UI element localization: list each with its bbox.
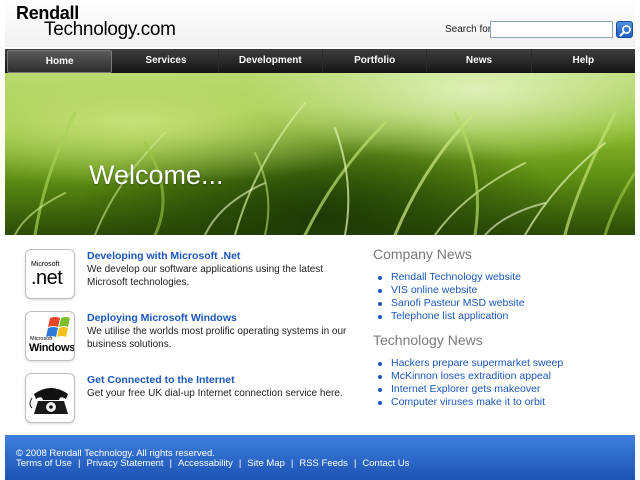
- dotnet-logo-icon: Microsoft .net: [25, 249, 75, 299]
- feature-internet: Get Connected to the Internet Get your f…: [25, 373, 350, 425]
- footer-link-contact[interactable]: Contact Us: [362, 458, 409, 469]
- telephone-icon: [25, 373, 75, 423]
- footer-separator: |: [77, 458, 81, 469]
- feature-title[interactable]: Deploying Microsoft Windows: [87, 312, 237, 324]
- nav-item-news[interactable]: News: [427, 49, 532, 73]
- footer-separator: |: [169, 458, 172, 469]
- company-news-list: Rendall Technology website VIS online we…: [378, 271, 525, 323]
- search-button[interactable]: [616, 21, 633, 38]
- footer-separator: |: [353, 458, 357, 469]
- feature-dotnet: Microsoft .net Developing with Microsoft…: [25, 249, 350, 301]
- footer-links: Terms of Use | Privacy Statement | Accessabi…: [16, 458, 409, 469]
- nav-item-services[interactable]: Services: [114, 49, 219, 73]
- footer-link-rss[interactable]: RSS Feeds: [299, 458, 348, 469]
- news-link[interactable]: McKinnon loses extradition appeal: [378, 370, 563, 383]
- feature-windows: Microsoft Windows Deploying Microsoft Wi…: [25, 311, 350, 363]
- search-icon: [619, 25, 631, 37]
- footer-link-privacy[interactable]: Privacy Statement: [86, 458, 163, 469]
- site-logo[interactable]: Rendall Technology.com: [16, 4, 176, 40]
- feature-text: We develop our software applications usi…: [87, 264, 324, 288]
- hero-banner: Welcome...: [5, 73, 635, 235]
- grass-image: [14, 102, 635, 235]
- news-link[interactable]: VIS online website: [378, 284, 525, 297]
- news-link[interactable]: Telephone list application: [378, 310, 525, 323]
- footer-link-accessability[interactable]: Accessability: [178, 458, 233, 469]
- company-news-heading: Company News: [373, 246, 472, 262]
- technology-news-list: Hackers prepare supermarket sweep McKinn…: [378, 357, 563, 409]
- search-label: Search for:: [445, 24, 494, 35]
- news-link[interactable]: Hackers prepare supermarket sweep: [378, 357, 563, 370]
- technology-news-heading: Technology News: [373, 332, 483, 348]
- page-header: Rendall Technology.com Search for:: [5, 0, 635, 47]
- footer-link-terms[interactable]: Terms of Use: [16, 458, 72, 469]
- feature-text: We utilise the worlds most prolific oper…: [87, 326, 347, 350]
- feature-title[interactable]: Get Connected to the Internet: [87, 374, 235, 386]
- search-input[interactable]: [490, 21, 613, 38]
- footer-separator: |: [290, 458, 294, 469]
- nav-item-portfolio[interactable]: Portfolio: [323, 49, 428, 73]
- news-link[interactable]: Sanofi Pasteur MSD website: [378, 297, 525, 310]
- page-footer: © 2008 Rendall Technology. All rights re…: [5, 435, 635, 480]
- news-link[interactable]: Internet Explorer gets makeover: [378, 383, 563, 396]
- news-link[interactable]: Rendall Technology website: [378, 271, 525, 284]
- feature-text: Get your free UK dial-up Internet connec…: [87, 388, 343, 399]
- hero-title: Welcome...: [89, 160, 224, 190]
- footer-separator: |: [238, 458, 242, 469]
- footer-link-sitemap[interactable]: Site Map: [247, 458, 285, 469]
- news-link[interactable]: Computer viruses make it to orbit: [378, 396, 563, 409]
- feature-title[interactable]: Developing with Microsoft .Net: [87, 250, 240, 262]
- main-nav: Home Services Development Portfolio News…: [5, 49, 635, 73]
- nav-item-home[interactable]: Home: [7, 50, 113, 73]
- nav-item-help[interactable]: Help: [532, 49, 635, 73]
- nav-item-development[interactable]: Development: [219, 49, 323, 73]
- logo-line2: Technology.com: [44, 19, 176, 40]
- windows-logo-icon: Microsoft Windows: [25, 311, 75, 361]
